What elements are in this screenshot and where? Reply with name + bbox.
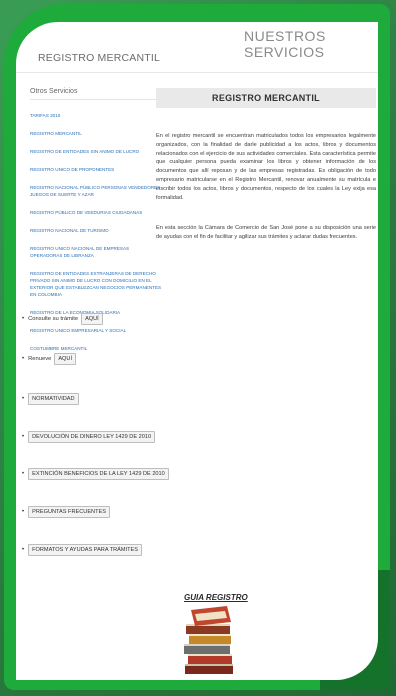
main-heading: REGISTRO MERCANTIL [156,88,376,108]
normatividad-button[interactable]: NORMATIVIDAD [28,393,79,405]
sidebar-item-turismo[interactable]: REGISTRO NACIONAL DE TURISMO [30,227,162,234]
link-row-consulta: • Consulte su trámite AQUÍ [22,313,103,325]
extincion-beneficios-button[interactable]: EXTINCIÓN BENEFICIOS DE LA LEY 1429 DE 2… [28,468,169,480]
sidebar-item-tarifas[interactable]: TARIFAS 2010 [30,112,162,119]
link-row-formatos: • FORMATOS Y AYUDAS PARA TRÁMITES [22,544,143,556]
formatos-ayudas-button[interactable]: FORMATOS Y AYUDAS PARA TRÁMITES [28,544,143,556]
section-subtitle: REGISTRO MERCANTIL [38,52,161,64]
link-row-extincion: • EXTINCIÓN BENEFICIOS DE LA LEY 1429 DE… [22,468,169,480]
link-row-preguntas: • PREGUNTAS FRECUENTES [22,506,110,518]
sidebar-item-entidades-extranjeras[interactable]: REGISTRO DE ENTIDADES EXTRANJERAS DE DER… [30,270,162,298]
bullet: • [22,509,25,515]
bullet: • [22,316,25,322]
bullet: • [22,434,25,440]
sidebar-item-entidades-sin-animo[interactable]: REGISTRO DE ENTIDADES SIN ANIMO DE LUCRO [30,148,162,155]
help-paragraph: En esta sección la Cámara de Comercio de… [156,225,376,241]
bullet: • [22,471,25,477]
link-row-renueve: • Renueve AQUÍ [22,353,77,365]
link-row-normatividad: • NORMATIVIDAD [22,393,79,405]
sidebar-item-proponentes[interactable]: REGISTRO UNICO DE PROPONENTES [30,166,162,173]
page-panel: NUESTROS SERVICIOS REGISTRO MERCANTIL Ot… [16,22,378,680]
link-text: Renueve [28,356,52,362]
books-image[interactable] [181,606,239,676]
intro-paragraph: En el registro mercantil se encuentran m… [156,133,376,201]
divider [16,72,378,73]
sidebar-heading: Otros Servicios [30,88,162,100]
bullet: • [22,356,25,362]
link-row-devolucion: • DEVOLUCIÓN DE DINERO LEY 1429 DE 2010 [22,431,156,443]
guia-registro-link[interactable]: GUIA REGISTRO [184,593,248,602]
link-text: Consulte su trámite [28,316,79,322]
devolucion-dinero-button[interactable]: DEVOLUCIÓN DE DINERO LEY 1429 DE 2010 [28,431,156,443]
sidebar-item-registro-mercantil[interactable]: REGISTRO MERCANTIL [30,130,162,137]
bullet: • [22,547,25,553]
sidebar-item-juegos-suerte-azar[interactable]: REGISTRO NACIONAL PÚBLICO PERSONAS VENDE… [30,184,162,198]
sidebar-item-empresarial-social[interactable]: REGISTRO UNICO EMPRESARIAL Y SOCIAL [30,327,162,334]
page-title: NUESTROS SERVICIOS [244,28,326,60]
consulta-aqui-button[interactable]: AQUÍ [81,313,103,325]
preguntas-frecuentes-button[interactable]: PREGUNTAS FRECUENTES [28,506,110,518]
sidebar-item-libranza[interactable]: REGISTRO UNICO NACIONAL DE EMPRESAS OPER… [30,245,162,259]
renueve-aqui-button[interactable]: AQUÍ [54,353,77,365]
sidebar-item-costumbre-mercantil[interactable]: COSTUMBRE MERCANTIL [30,345,162,352]
main-content: REGISTRO MERCANTIL En el registro mercan… [156,88,376,262]
sidebar-item-veedurias[interactable]: REGISTRO PÚBLICO DE VEEDURIAS CIUDADANAS [30,209,162,216]
bullet: • [22,396,25,402]
